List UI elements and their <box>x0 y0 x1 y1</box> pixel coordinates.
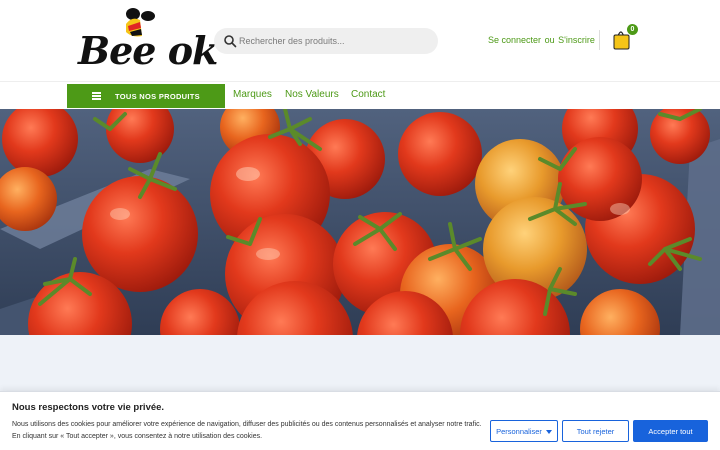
tomatoes-image <box>0 109 720 335</box>
reject-all-button[interactable]: Tout rejeter <box>562 420 629 442</box>
cookie-banner: Nous respectons votre vie privée. Nous u… <box>0 391 720 450</box>
chevron-down-icon <box>545 429 552 434</box>
content-area <box>0 335 720 391</box>
search-input[interactable] <box>239 28 429 54</box>
hamburger-icon <box>92 92 101 100</box>
cookie-title: Nous respectons votre vie privée. <box>12 402 165 413</box>
customize-cookies-label: Personnaliser <box>496 426 542 436</box>
logo[interactable]: Bee ok <box>78 6 218 73</box>
cookie-description: Nous utilisons des cookies pour améliore… <box>12 421 482 440</box>
account-separator: ou <box>544 35 555 45</box>
nav-link-contact[interactable]: Contact <box>351 89 385 100</box>
cart-count-badge: 0 <box>627 24 638 35</box>
site-header: Bee ok Se connecter ou S'inscrire 0 <box>0 0 720 82</box>
all-products-label: TOUS NOS PRODUITS <box>115 92 200 101</box>
header-divider <box>599 30 600 50</box>
all-products-menu-button[interactable]: TOUS NOS PRODUITS <box>67 84 225 108</box>
register-link[interactable]: S'inscrire <box>558 35 595 45</box>
search-icon <box>224 35 237 48</box>
accept-all-button[interactable]: Accepter tout <box>633 420 708 442</box>
search-bar[interactable] <box>214 28 438 54</box>
account-links: Se connecter ou S'inscrire <box>488 35 595 45</box>
nav-link-marques[interactable]: Marques <box>233 89 272 100</box>
cart-button[interactable]: 0 <box>612 24 640 52</box>
main-nav: TOUS NOS PRODUITS Marques Nos Valeurs Co… <box>0 82 720 109</box>
hero-image <box>0 109 720 335</box>
logo-text: Bee ok <box>78 28 218 73</box>
nav-link-nos-valeurs[interactable]: Nos Valeurs <box>285 89 339 100</box>
login-link[interactable]: Se connecter <box>488 35 541 45</box>
customize-cookies-button[interactable]: Personnaliser <box>490 420 558 442</box>
